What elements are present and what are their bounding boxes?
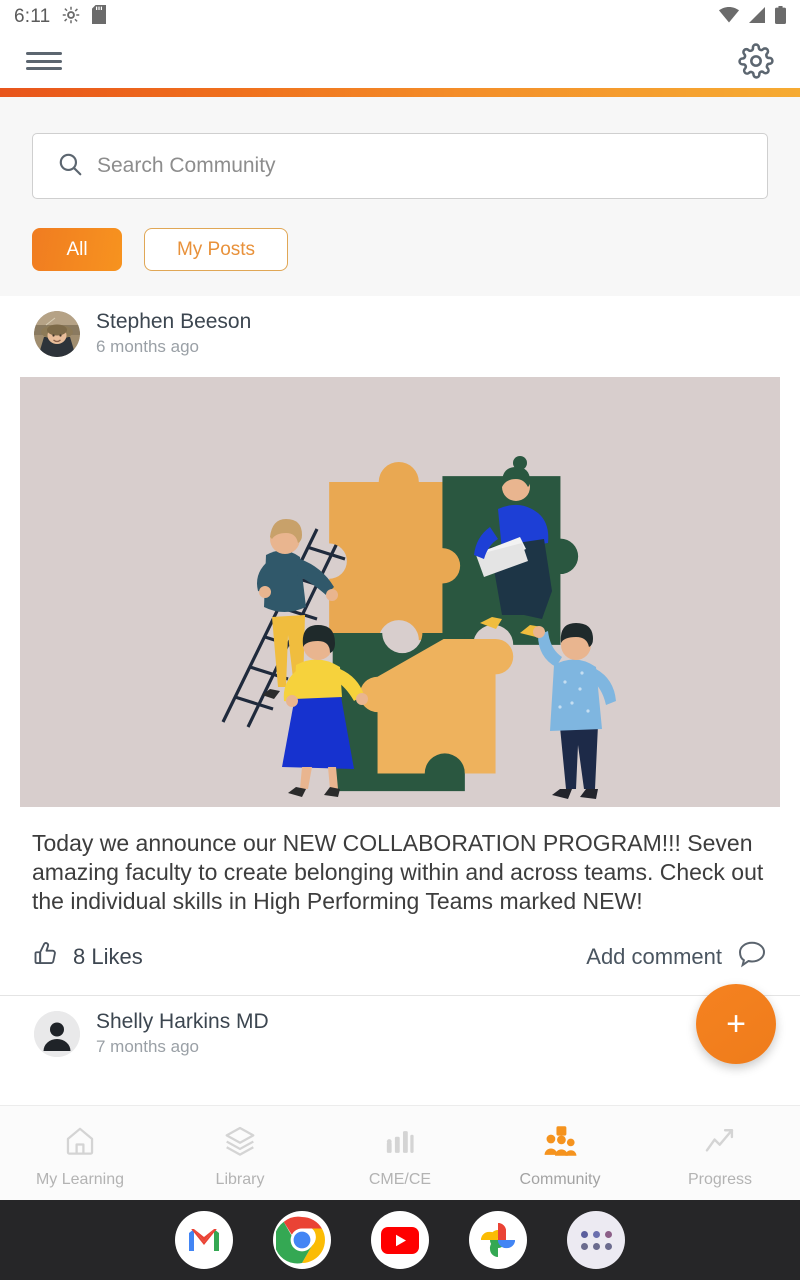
- app-drawer-icon[interactable]: [567, 1211, 625, 1269]
- nav-item-library[interactable]: Library: [165, 1124, 315, 1189]
- hamburger-menu-icon[interactable]: [26, 49, 62, 73]
- avatar[interactable]: [34, 1010, 80, 1057]
- status-bar-left: 6:11: [14, 5, 107, 29]
- battery-icon: [775, 5, 786, 29]
- like-button[interactable]: 8 Likes: [32, 940, 143, 973]
- nav-label-library: Library: [215, 1170, 265, 1188]
- cellular-signal-icon: [748, 6, 766, 28]
- post-author-name: Shelly Harkins MD: [96, 1010, 269, 1033]
- post-image[interactable]: [20, 377, 780, 807]
- post-header: Shelly Harkins MD 7 months ago: [0, 996, 800, 1067]
- phone-screen: 6:11 Search Community All My Posts Steph…: [0, 0, 800, 1280]
- search-filter-section: Search Community All My Posts: [0, 97, 800, 296]
- nav-label-community: Community: [519, 1170, 601, 1188]
- post-author-meta: Stephen Beeson 6 months ago: [96, 310, 251, 357]
- app-bar: [0, 34, 800, 88]
- illustration-team-assembling-puzzle: [20, 377, 780, 807]
- create-post-button[interactable]: +: [696, 984, 776, 1064]
- search-input[interactable]: Search Community: [97, 154, 276, 178]
- wifi-icon: [719, 6, 739, 28]
- layers-icon: [223, 1124, 257, 1163]
- community-feed[interactable]: Stephen Beeson 6 months ago Today we ann…: [0, 296, 800, 1105]
- feed-post: Shelly Harkins MD 7 months ago: [0, 996, 800, 1067]
- feed-post: Stephen Beeson 6 months ago Today we ann…: [0, 296, 800, 996]
- avatar[interactable]: [34, 310, 80, 357]
- nav-label-cme-ce: CME/CE: [368, 1170, 432, 1188]
- post-actions: 8 Likes Add comment: [0, 916, 800, 995]
- like-count-label: 8 Likes: [73, 943, 143, 969]
- add-comment-label: Add comment: [586, 943, 722, 969]
- youtube-icon[interactable]: [371, 1211, 429, 1269]
- thumbs-up-icon: [32, 940, 60, 973]
- google-photos-icon[interactable]: [469, 1211, 527, 1269]
- status-bar-clock: 6:11: [14, 6, 51, 27]
- android-status-bar: 6:11: [0, 0, 800, 34]
- feed-filter-tabs: All My Posts: [32, 228, 288, 271]
- home-icon: [63, 1124, 97, 1163]
- status-bar-right: [719, 5, 786, 29]
- nav-label-my-learning: My Learning: [35, 1170, 125, 1188]
- post-timestamp: 6 months ago: [96, 337, 200, 356]
- trend-up-icon: [703, 1124, 737, 1163]
- gear-icon[interactable]: [738, 43, 774, 79]
- sd-card-icon: [92, 5, 107, 29]
- android-debug-icon: [62, 6, 80, 29]
- filter-tab-all[interactable]: All: [32, 228, 122, 271]
- nav-item-progress[interactable]: Progress: [645, 1124, 795, 1189]
- plus-icon: +: [726, 1005, 746, 1043]
- bottom-navigation: My Learning Library CME/CE Community Pro…: [0, 1105, 800, 1200]
- app-drawer-dots: [580, 1230, 612, 1250]
- nav-item-community[interactable]: Community: [485, 1124, 635, 1189]
- nav-item-my-learning[interactable]: My Learning: [5, 1124, 155, 1189]
- avatar-photo: [34, 310, 80, 357]
- chrome-icon[interactable]: [273, 1211, 331, 1269]
- filter-tab-my-posts[interactable]: My Posts: [144, 228, 288, 271]
- android-dock: [0, 1200, 800, 1280]
- search-bar[interactable]: Search Community: [32, 133, 768, 199]
- brand-accent-bar: [0, 88, 800, 97]
- post-author-name: Stephen Beeson: [96, 310, 252, 333]
- avatar-placeholder-icon: [34, 1010, 80, 1057]
- gmail-icon[interactable]: [175, 1211, 233, 1269]
- bar-chart-icon: [383, 1124, 417, 1163]
- post-header: Stephen Beeson 6 months ago: [0, 296, 800, 367]
- nav-label-progress: Progress: [687, 1170, 753, 1188]
- add-comment-button[interactable]: Add comment: [586, 938, 768, 975]
- nav-item-cme-ce[interactable]: CME/CE: [325, 1124, 475, 1189]
- post-author-meta: Shelly Harkins MD 7 months ago: [96, 1010, 269, 1057]
- comment-bubble-icon: [736, 938, 768, 975]
- search-icon: [57, 151, 83, 182]
- post-timestamp: 7 months ago: [96, 1037, 200, 1056]
- people-group-icon: [543, 1124, 577, 1163]
- post-text: Today we announce our NEW COLLABORATION …: [32, 830, 764, 914]
